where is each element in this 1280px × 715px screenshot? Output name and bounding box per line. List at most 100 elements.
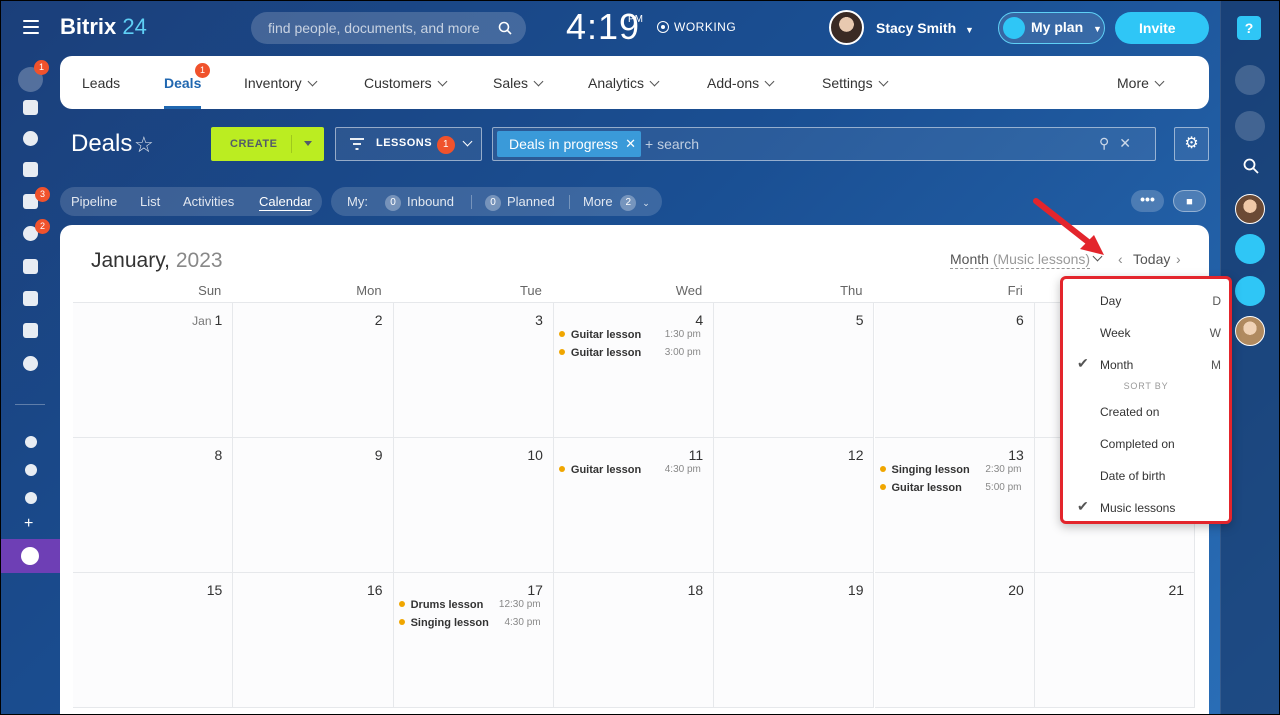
calendar-day-cell[interactable]: 16 (233, 573, 394, 708)
nav-sales[interactable]: Sales (493, 75, 544, 91)
user-avatar[interactable] (829, 10, 864, 45)
calendar-event[interactable]: Singing lesson 2:30 pm (879, 464, 1028, 476)
calendar-day-cell[interactable]: 19 (714, 573, 875, 708)
plus-icon[interactable]: + (24, 515, 33, 533)
calendar-day-cell[interactable]: 12 (714, 438, 875, 573)
caret-down-icon[interactable] (304, 141, 312, 146)
menu-item-month[interactable]: Month (1100, 358, 1133, 372)
nav-add-ons[interactable]: Add-ons (707, 75, 775, 91)
calendar-day-cell[interactable]: 4 Guitar lesson 1:30 pm Guitar lesson 3:00 p… (553, 303, 715, 438)
calendar-day-cell[interactable]: 5 (714, 303, 875, 438)
calendar-day-cell[interactable]: 17 Drums lesson 12:30 pm Singing lesson 4:30… (393, 573, 554, 708)
calendar-day-cell[interactable]: Jan 1 (73, 303, 234, 438)
search-placeholder: find people, documents, and more (268, 20, 480, 36)
more-options-button[interactable]: ••• (1131, 190, 1164, 212)
filter-tag[interactable]: Deals in progress ✕ (497, 131, 641, 157)
counter-more[interactable]: More 2 ⌄ (583, 194, 650, 211)
counter-planned[interactable]: 0 Planned (485, 194, 555, 211)
search-icon[interactable] (498, 21, 512, 35)
help-icon[interactable] (25, 436, 37, 448)
nav-customers[interactable]: Customers (364, 75, 448, 91)
view-list[interactable]: List (140, 194, 160, 209)
work-status[interactable]: WORKING (657, 20, 736, 34)
page-title: Deals (71, 130, 133, 157)
filter-search-input[interactable]: + search (645, 136, 699, 152)
chevron-right-icon[interactable]: › (1176, 251, 1181, 267)
contact-avatar[interactable] (1235, 316, 1265, 346)
filter-search-box[interactable]: Deals in progress ✕ + search ⚲✕ (492, 127, 1156, 161)
menu-item-week[interactable]: Week (1100, 326, 1130, 340)
close-icon[interactable]: ✕ (1119, 135, 1141, 151)
settings-button[interactable]: ⚙ (1174, 127, 1209, 161)
calendar-event[interactable]: Guitar lesson 3:00 pm (558, 347, 707, 359)
view-pipeline[interactable]: Pipeline (71, 194, 117, 209)
calendar-event[interactable]: Drums lesson 12:30 pm (398, 599, 547, 611)
contact-avatar[interactable] (1235, 194, 1265, 224)
user-name: Stacy Smith (876, 20, 957, 36)
invite-button[interactable]: Invite ▼ (1115, 12, 1209, 67)
calendar-day-cell[interactable]: 10 (393, 438, 554, 573)
calendar-day-cell[interactable]: 18 (553, 573, 715, 708)
automation-button[interactable]: ■ (1173, 190, 1206, 212)
chevron-left-icon[interactable]: ‹ (1118, 251, 1123, 267)
video-call-icon[interactable] (1235, 234, 1265, 264)
sitemap-icon[interactable] (25, 464, 37, 476)
chevron-down-icon[interactable] (23, 356, 38, 371)
nav-leads[interactable]: Leads (82, 75, 120, 91)
user-menu[interactable]: Stacy Smith ▼ (876, 20, 974, 36)
chevron-down-icon (437, 76, 448, 87)
calendar-event[interactable]: Guitar lesson 1:30 pm (558, 329, 707, 341)
calendar-day-cell[interactable]: 8 (73, 438, 234, 573)
help-icon[interactable]: ? (1237, 16, 1261, 40)
robot-icon[interactable] (23, 291, 38, 306)
nav-label: Inventory (244, 75, 302, 91)
box-icon[interactable] (23, 323, 38, 338)
target-icon[interactable] (23, 131, 38, 146)
nav-deals[interactable]: Deals (164, 75, 201, 91)
menu-item-date-of-birth[interactable]: Date of birth (1100, 469, 1165, 483)
close-icon[interactable]: ✕ (625, 131, 636, 157)
view-activities[interactable]: Activities (183, 194, 234, 209)
search-icon[interactable] (1243, 158, 1259, 174)
bell-icon[interactable] (1235, 65, 1265, 95)
search-icon[interactable]: ⚲ (1099, 135, 1119, 151)
nav-inventory[interactable]: Inventory (244, 75, 318, 91)
upgrade-button[interactable] (0, 539, 60, 573)
clock-time[interactable]: 4:19 (566, 6, 640, 48)
star-icon[interactable]: ☆ (134, 132, 154, 158)
today-button[interactable]: Today (1133, 251, 1170, 267)
pipeline-selector[interactable]: LESSONS 1 (335, 127, 482, 161)
nav-analytics[interactable]: Analytics (588, 75, 660, 91)
nav-more[interactable]: More (1117, 75, 1165, 91)
calendar-event[interactable]: Singing lesson 4:30 pm (398, 617, 547, 629)
menu-item-day[interactable]: Day (1100, 294, 1121, 308)
calendar-day-cell[interactable]: 11 Guitar lesson 4:30 pm (553, 438, 715, 573)
contact-card-icon[interactable] (23, 259, 38, 274)
cart-icon[interactable] (23, 162, 38, 177)
calendar-day-cell[interactable]: 3 (393, 303, 554, 438)
calendar-day-cell[interactable]: 2 (233, 303, 394, 438)
menu-item-created-on[interactable]: Created on (1100, 405, 1159, 419)
counter-inbound[interactable]: 0 Inbound (385, 194, 454, 211)
calendar-event[interactable]: Guitar lesson 4:30 pm (558, 464, 707, 476)
bank-icon[interactable] (23, 100, 38, 115)
calendar-event[interactable]: Guitar lesson 5:00 pm (879, 482, 1028, 494)
calendar-day-cell[interactable]: 20 (874, 573, 1035, 708)
my-plan-button[interactable]: My plan ▼ (998, 12, 1105, 44)
menu-item-completed-on[interactable]: Completed on (1100, 437, 1175, 451)
gear-icon[interactable] (25, 492, 37, 504)
calendar-day-cell[interactable]: 6 (874, 303, 1035, 438)
group-chat-icon[interactable] (1235, 276, 1265, 306)
search-input[interactable]: find people, documents, and more (251, 12, 526, 44)
nav-settings[interactable]: Settings (822, 75, 889, 91)
menu-icon[interactable] (23, 20, 39, 34)
view-calendar[interactable]: Calendar (259, 194, 312, 209)
calendar-day-cell[interactable]: 9 (233, 438, 394, 573)
chat-icon[interactable] (1235, 111, 1265, 141)
calendar-day-cell[interactable]: 21 (1034, 573, 1196, 708)
calendar-day-cell[interactable]: 15 (73, 573, 234, 708)
menu-item-music-lessons[interactable]: Music lessons (1100, 501, 1175, 515)
calendar-day-cell[interactable]: 13 Singing lesson 2:30 pm Guitar lesson 5:00… (874, 438, 1035, 573)
logo[interactable]: Bitrix 24 (60, 14, 147, 40)
create-button[interactable]: CREATE (211, 127, 324, 161)
